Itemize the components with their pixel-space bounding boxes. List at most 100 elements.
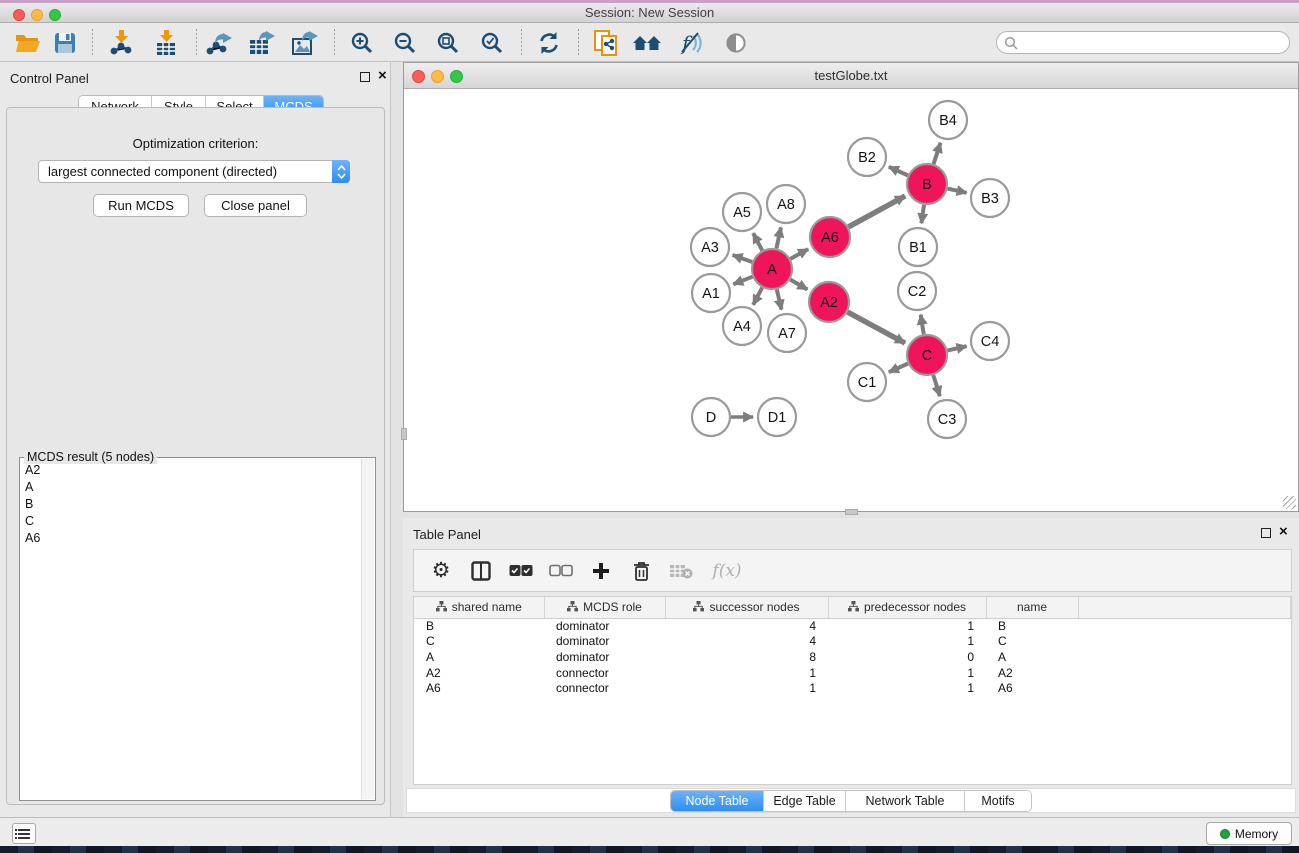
graph-node-B2[interactable]: B2 (848, 138, 886, 176)
graph-node-A7[interactable]: A7 (768, 314, 806, 352)
cybrowser-home-button[interactable] (630, 28, 664, 58)
graph-node-A[interactable]: A (752, 249, 792, 289)
graph-edge-A6-B[interactable] (848, 196, 905, 227)
close-panel-button[interactable]: Close panel (204, 194, 307, 217)
network-window-titlebar[interactable]: testGlobe.txt (404, 63, 1298, 89)
criterion-dropdown[interactable]: largest connected component (directed) (38, 160, 350, 183)
graph-edge-C-C3[interactable] (933, 375, 940, 396)
tab-node-table[interactable]: Node Table (671, 791, 764, 811)
graph-edge-A-A4[interactable] (753, 288, 762, 305)
graph-edge-A2-C[interactable] (847, 312, 905, 343)
network-minimize-button[interactable] (431, 70, 444, 83)
graph-node-C1[interactable]: C1 (848, 363, 886, 401)
refresh-layout-button[interactable] (532, 28, 566, 58)
show-columns-button[interactable] (468, 561, 494, 581)
result-item[interactable]: A (21, 478, 360, 495)
table-row[interactable]: Adominator 80 A (414, 649, 1291, 665)
column-header-predecessor-nodes[interactable]: predecessor nodes (828, 597, 986, 618)
add-column-button[interactable] (588, 562, 614, 580)
graph-node-B[interactable]: B (907, 164, 947, 204)
graph-node-A2[interactable]: A2 (809, 282, 849, 322)
hide-graphics-details-button[interactable]: f (674, 28, 708, 58)
graph-edge-B-B1[interactable] (921, 205, 924, 223)
table-row[interactable]: Bdominator 41 B (414, 618, 1291, 634)
search-input[interactable] (1018, 34, 1289, 52)
column-header-mcds-role[interactable]: MCDS role (544, 597, 665, 618)
export-network-button[interactable] (202, 28, 236, 58)
graph-node-A1[interactable]: A1 (692, 274, 730, 312)
float-panel-icon[interactable] (360, 72, 370, 82)
column-header-shared-name[interactable]: shared name (414, 597, 544, 618)
show-hide-eye-button[interactable] (719, 28, 753, 58)
graph-edge-A-A2[interactable] (790, 280, 807, 290)
memory-button[interactable]: Memory (1206, 822, 1292, 845)
graph-edge-A-A5[interactable] (753, 233, 762, 250)
result-item[interactable]: A6 (21, 529, 360, 546)
graph-node-A6[interactable]: A6 (810, 217, 850, 257)
clone-network-button[interactable] (589, 28, 623, 58)
canvas-horizontal-scroll-thumb[interactable] (845, 509, 858, 515)
table-settings-button[interactable]: ⚙ (428, 560, 454, 581)
graph-edge-A-A1[interactable] (733, 277, 752, 285)
graph-edge-A-A8[interactable] (776, 227, 781, 248)
export-image-button[interactable] (288, 28, 322, 58)
graph-edge-B-B3[interactable] (947, 189, 966, 193)
open-session-button[interactable] (11, 28, 45, 58)
deselect-all-button[interactable] (548, 564, 574, 578)
network-canvas[interactable]: B4B2BB3A8A5A6A3B1AC2A1A2A4A7C4CC1C3DD1 (404, 89, 1298, 511)
select-all-button[interactable] (508, 564, 534, 578)
graph-edge-B-B4[interactable] (934, 143, 941, 164)
network-close-button[interactable] (412, 70, 425, 83)
column-header-name[interactable]: name (986, 597, 1078, 618)
graph-node-B1[interactable]: B1 (899, 228, 937, 266)
result-scrollbar[interactable] (361, 459, 374, 799)
graph-edge-A-A6[interactable] (790, 249, 808, 259)
result-item[interactable]: C (21, 512, 360, 529)
close-window-button[interactable] (13, 9, 25, 21)
table-row[interactable]: Cdominator 41 C (414, 634, 1291, 650)
graph-node-A4[interactable]: A4 (723, 307, 761, 345)
import-network-button[interactable] (104, 28, 138, 58)
network-graph[interactable]: B4B2BB3A8A5A6A3B1AC2A1A2A4A7C4CC1C3DD1 (404, 89, 1298, 511)
graph-node-D[interactable]: D (692, 398, 730, 436)
tab-motifs[interactable]: Motifs (965, 791, 1031, 811)
graph-edge-A-A7[interactable] (777, 289, 782, 309)
table-row[interactable]: A2connector 11 A2 (414, 665, 1291, 681)
delete-column-button[interactable] (628, 561, 654, 581)
graph-node-A3[interactable]: A3 (691, 228, 729, 266)
graph-node-C4[interactable]: C4 (971, 322, 1009, 360)
graph-edge-A-A3[interactable] (733, 255, 753, 262)
graph-node-C3[interactable]: C3 (928, 400, 966, 438)
zoom-fit-button[interactable] (431, 28, 465, 58)
network-maximize-button[interactable] (450, 70, 463, 83)
graph-node-C[interactable]: C (907, 335, 947, 375)
tab-edge-table[interactable]: Edge Table (764, 791, 846, 811)
minimize-window-button[interactable] (31, 9, 43, 21)
import-table-button[interactable] (149, 28, 183, 58)
close-panel-icon[interactable]: × (378, 67, 387, 85)
graph-node-D1[interactable]: D1 (758, 398, 796, 436)
show-panels-button[interactable] (12, 823, 36, 844)
node-table[interactable]: shared name MCDS role successor nodes pr… (413, 596, 1292, 785)
maximize-window-button[interactable] (49, 9, 61, 21)
zoom-selected-button[interactable] (475, 28, 509, 58)
result-item[interactable]: B (21, 495, 360, 512)
main-titlebar[interactable]: Session: New Session (0, 3, 1299, 23)
graph-edge-C-C2[interactable] (921, 315, 924, 335)
mcds-result-list[interactable]: A2 A B C A6 (21, 461, 360, 799)
canvas-vertical-scroll-thumb[interactable] (401, 428, 407, 440)
graph-node-B4[interactable]: B4 (929, 101, 967, 139)
result-item[interactable]: A2 (21, 461, 360, 478)
export-table-button[interactable] (245, 28, 279, 58)
zoom-out-button[interactable] (388, 28, 422, 58)
graph-edge-C-C4[interactable] (947, 346, 966, 350)
zoom-in-button[interactable] (345, 28, 379, 58)
tab-network-table[interactable]: Network Table (846, 791, 965, 811)
graph-edge-B-B2[interactable] (889, 167, 908, 176)
graph-node-B3[interactable]: B3 (971, 179, 1009, 217)
column-header-successor-nodes[interactable]: successor nodes (665, 597, 828, 618)
graph-edge-C-C1[interactable] (889, 364, 908, 373)
table-row[interactable]: A6connector 11 A6 (414, 680, 1291, 696)
close-table-panel-icon[interactable]: × (1279, 523, 1288, 541)
float-table-panel-icon[interactable] (1261, 528, 1271, 538)
